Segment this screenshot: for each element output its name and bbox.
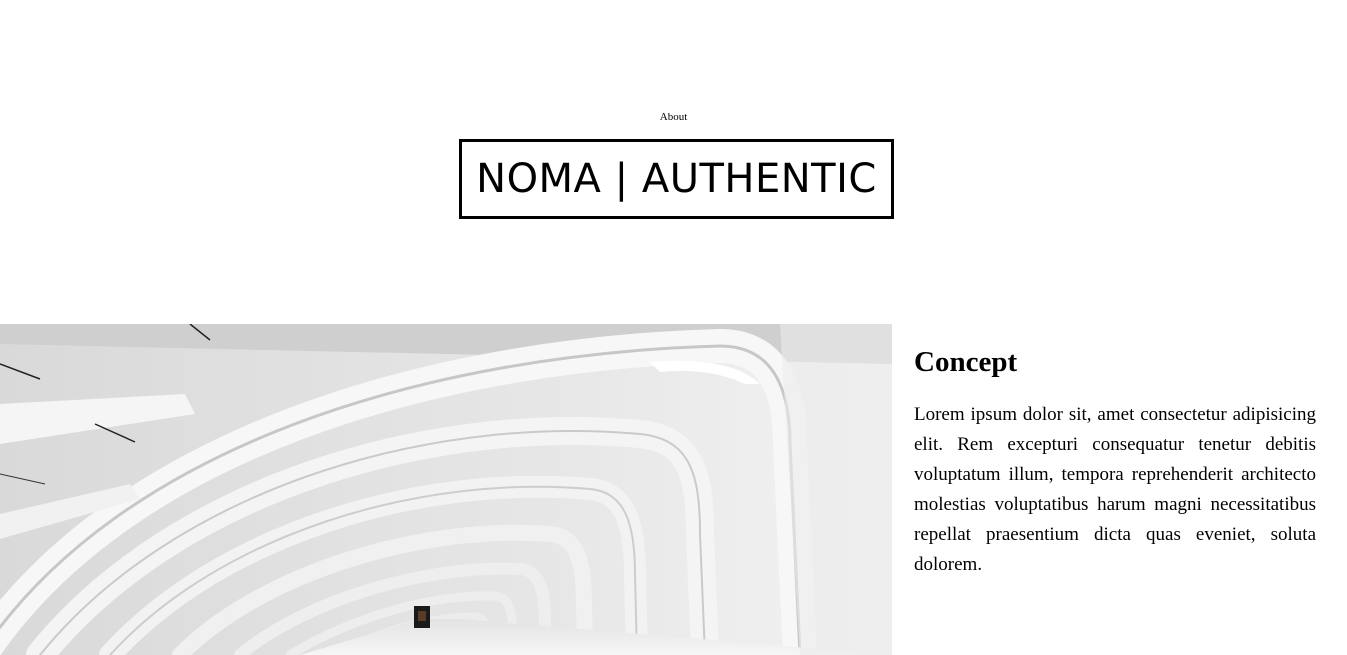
hero-image [0, 324, 892, 655]
brand-logo[interactable]: NOMA | AUTHENTIC [459, 139, 894, 219]
concept-body: Lorem ipsum dolor sit, amet consectetur … [914, 404, 1316, 575]
top-nav: About [0, 107, 1347, 125]
concept-heading: Concept [914, 346, 1018, 378]
page: About NOMA | AUTHENTIC Concept Lorem ips… [0, 0, 1347, 655]
concept-section: Concept Lorem ipsum dolor sit, amet cons… [914, 344, 1316, 580]
brand-logo-text: NOMA | AUTHENTIC [476, 156, 877, 202]
nav-link-about[interactable]: About [660, 111, 688, 123]
